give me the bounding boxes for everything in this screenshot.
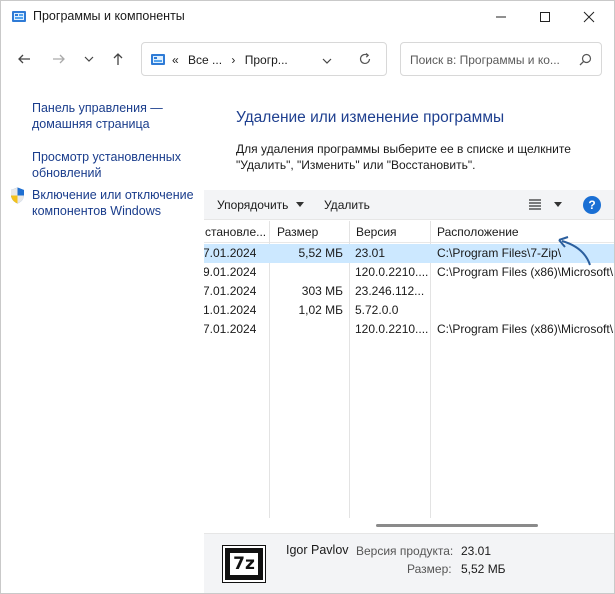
cell-version: 120.0.2210.... — [355, 322, 429, 336]
forward-arrow-icon — [53, 54, 65, 64]
breadcrumb-separator: › — [231, 53, 236, 67]
7zip-icon: 7z — [222, 545, 266, 583]
cell-size: 303 МБ — [301, 284, 343, 298]
breadcrumb: « Все ... › Прогр... — [172, 53, 294, 67]
cell-installed: 7.01.2024 — [204, 284, 257, 298]
control-panel-icon — [11, 9, 27, 25]
table-header: становле... Размер Версия Расположение — [204, 221, 614, 243]
title-bar: Программы и компоненты — [1, 1, 614, 33]
view-list-icon[interactable] — [529, 199, 541, 210]
shield-icon — [10, 187, 25, 204]
description-line: Для удаления программы выберите ее в спи… — [236, 142, 571, 156]
link-line: обновлений — [32, 166, 102, 180]
chevron-down-icon — [322, 58, 332, 64]
uninstall-button[interactable]: Удалить — [324, 198, 370, 212]
column-size[interactable]: Размер — [273, 221, 347, 243]
table-row[interactable]: 7.01.2024 120.0.2210.... C:\Program File… — [204, 320, 614, 339]
publisher-name: Igor Pavlov — [286, 543, 349, 557]
link-line: домашняя страница — [32, 117, 150, 131]
caret-down-icon[interactable] — [296, 202, 304, 208]
program-icon-label: 7z — [230, 553, 258, 575]
annotation-arrow — [558, 236, 591, 266]
cell-version: 5.72.0.0 — [355, 303, 399, 317]
recent-locations-button[interactable] — [79, 49, 99, 69]
windows-features-link[interactable]: Включение или отключение компонентов Win… — [32, 187, 194, 219]
table-row[interactable]: 9.01.2024 120.0.2210.... C:\Program File… — [204, 263, 614, 282]
search-icon[interactable] — [579, 53, 592, 69]
back-arrow-icon — [18, 54, 30, 64]
cell-size: 5,52 МБ — [298, 246, 343, 260]
close-icon — [583, 11, 595, 23]
help-button[interactable]: ? — [583, 196, 601, 214]
search-input[interactable]: Поиск в: Программы и ко... — [410, 53, 560, 67]
search-box[interactable]: Поиск в: Программы и ко... — [400, 42, 602, 76]
navigation-bar: « Все ... › Прогр... Поиск в: Программы … — [1, 39, 614, 79]
control-panel-home-link[interactable]: Панель управления — домашняя страница — [32, 100, 163, 132]
window-title: Программы и компоненты — [33, 9, 185, 23]
up-arrow-icon — [113, 53, 123, 65]
cell-size — [274, 263, 343, 282]
horizontal-scrollbar[interactable] — [376, 524, 538, 527]
cell-location: C:\Program Files\7-Zip\ — [437, 246, 562, 260]
maximize-icon — [540, 12, 550, 22]
address-bar[interactable]: « Все ... › Прогр... — [141, 42, 387, 76]
cell-installed: 9.01.2024 — [204, 265, 257, 279]
up-button[interactable] — [108, 49, 128, 69]
version-label: Версия продукта: — [356, 544, 454, 558]
cell-installed: 7.01.2024 — [204, 322, 257, 336]
size-label: Размер: — [407, 562, 452, 576]
refresh-icon — [359, 53, 371, 65]
minimize-icon — [496, 16, 506, 18]
link-line: Просмотр установленных — [32, 150, 181, 164]
back-button[interactable] — [14, 49, 34, 69]
maximize-button[interactable] — [522, 1, 568, 33]
size-value: 5,52 МБ — [461, 562, 506, 576]
link-line: Включение или отключение — [32, 188, 194, 202]
cell-version: 23.246.112... — [355, 284, 425, 298]
command-bar: Упорядочить Удалить ? — [204, 190, 614, 220]
chevron-down-icon — [84, 56, 94, 62]
view-installed-updates-link[interactable]: Просмотр установленных обновлений — [32, 149, 181, 181]
forward-button[interactable] — [49, 49, 69, 69]
details-pane: 7z Igor Pavlov Версия продукта: 23.01 Ра… — [204, 533, 614, 593]
breadcrumb-programs[interactable]: Прогр... — [245, 53, 288, 67]
cell-size — [274, 320, 343, 339]
link-line: компонентов Windows — [32, 204, 161, 218]
left-pane: Панель управления — домашняя страница Пр… — [1, 91, 201, 591]
minimize-button[interactable] — [478, 1, 524, 33]
link-line: Панель управления — — [32, 101, 163, 115]
page-title: Удаление или изменение программы — [236, 109, 505, 126]
caret-down-icon[interactable] — [554, 202, 562, 208]
breadcrumb-all-items[interactable]: Все ... — [188, 53, 222, 67]
cell-version: 23.01 — [355, 246, 386, 260]
cell-installed: 7.01.2024 — [204, 246, 257, 260]
organize-button[interactable]: Упорядочить — [217, 198, 288, 212]
description-line: "Удалить", "Изменить" или "Восстановить"… — [236, 158, 476, 172]
control-panel-icon — [150, 52, 166, 68]
cell-size: 1,02 МБ — [298, 303, 343, 317]
table-row[interactable]: 7.01.2024 5,52 МБ 23.01 C:\Program Files… — [204, 244, 614, 263]
column-installed-on[interactable]: становле... — [204, 221, 267, 243]
breadcrumb-overflow[interactable]: « — [172, 53, 179, 67]
page-description: Для удаления программы выберите ее в спи… — [236, 141, 596, 173]
table-row[interactable]: 1.01.2024 1,02 МБ 5.72.0.0 — [204, 301, 614, 320]
column-version[interactable]: Версия — [352, 221, 430, 243]
programs-window: Программы и компоненты « Все ... › Прогр… — [0, 0, 615, 594]
programs-list: становле... Размер Версия Расположение 7… — [204, 221, 614, 518]
address-dropdown-button[interactable] — [322, 55, 332, 69]
version-value: 23.01 — [461, 544, 492, 558]
table-row[interactable]: 7.01.2024 303 МБ 23.246.112... — [204, 282, 614, 301]
cell-installed: 1.01.2024 — [204, 303, 257, 317]
cell-location: C:\Program Files (x86)\Microsoft\ — [437, 322, 614, 336]
refresh-button[interactable] — [358, 52, 372, 69]
cell-version: 120.0.2210.... — [355, 265, 429, 279]
close-button[interactable] — [566, 1, 612, 33]
